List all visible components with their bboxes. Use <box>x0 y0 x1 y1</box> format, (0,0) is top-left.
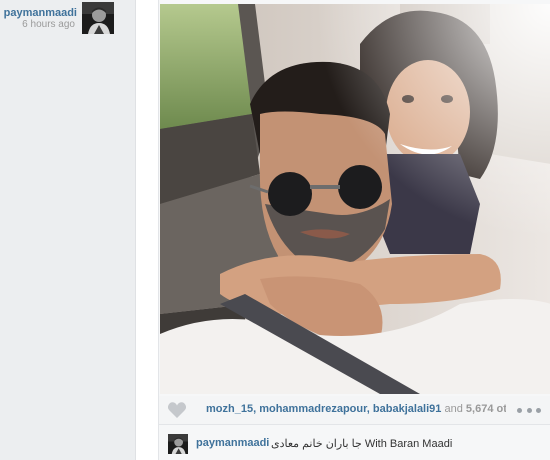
heart-icon <box>167 402 187 418</box>
avatar-portrait-image <box>82 2 114 34</box>
author-username-link[interactable]: paymanmaadi <box>4 7 77 19</box>
caption-text: جا باران خانم معادی With Baran Maadi <box>271 438 453 450</box>
post-timestamp[interactable]: 6 hours ago <box>22 19 75 30</box>
more-options-icon <box>517 407 522 413</box>
avatar-portrait-image <box>168 434 188 454</box>
post-photo[interactable] <box>160 4 550 394</box>
likes-bar: mozh_15, mohammadrezapour, babakjalali91… <box>159 396 550 425</box>
caption-row: paymanmaadi جا باران خانم معادی With Bar… <box>159 426 550 460</box>
liker-separator: , <box>366 403 370 415</box>
liker-link[interactable]: mohammadrezapour <box>259 403 367 415</box>
likes-count-link[interactable]: 5,674 oth... <box>466 403 506 415</box>
liker-link[interactable]: mozh_15 <box>206 403 253 415</box>
like-button[interactable] <box>167 401 187 419</box>
likes-list: mozh_15, mohammadrezapour, babakjalali91… <box>206 403 506 415</box>
selfie-photo-image <box>160 4 550 394</box>
caption-username-link[interactable]: paymanmaadi <box>196 437 269 449</box>
likes-and-text: and <box>444 403 463 415</box>
liker-separator: , <box>253 403 257 415</box>
liker-link[interactable]: babakjalali91 <box>373 403 442 415</box>
caption-avatar[interactable] <box>168 434 188 454</box>
more-options-icon <box>526 407 532 413</box>
author-avatar[interactable] <box>82 2 114 34</box>
more-options-button[interactable] <box>515 402 543 418</box>
post-card: mozh_15, mohammadrezapour, babakjalali91… <box>158 0 550 460</box>
post-meta-column: paymanmaadi 6 hours ago <box>0 0 136 460</box>
more-options-icon <box>536 407 541 413</box>
